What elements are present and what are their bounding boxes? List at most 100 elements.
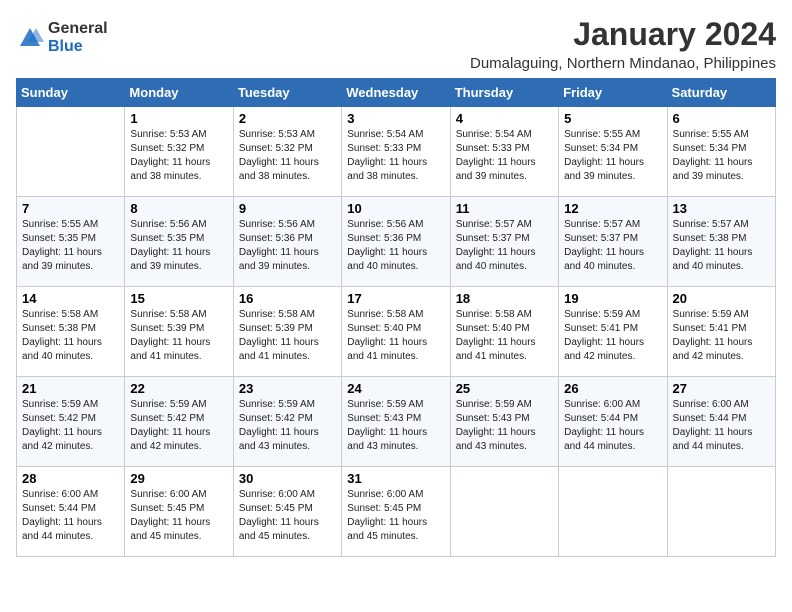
day-info: Sunrise: 5:55 AMSunset: 5:35 PMDaylight:… <box>22 218 119 274</box>
day-number: 12 <box>564 201 661 216</box>
table-row: 30 Sunrise: 6:00 AMSunset: 5:45 PMDayligh… <box>233 467 341 557</box>
day-number: 16 <box>239 291 336 306</box>
day-number: 20 <box>673 291 770 306</box>
day-info: Sunrise: 5:55 AMSunset: 5:34 PMDaylight:… <box>673 128 770 184</box>
table-row: 16 Sunrise: 5:58 AMSunset: 5:39 PMDayligh… <box>233 287 341 377</box>
day-number: 17 <box>347 291 444 306</box>
day-info: Sunrise: 5:58 AMSunset: 5:40 PMDaylight:… <box>456 308 553 364</box>
day-info: Sunrise: 5:53 AMSunset: 5:32 PMDaylight:… <box>130 128 227 184</box>
day-number: 26 <box>564 381 661 396</box>
day-number: 30 <box>239 471 336 486</box>
location-title: Dumalaguing, Northern Mindanao, Philippi… <box>470 55 776 72</box>
weekday-header-row: Sunday Monday Tuesday Wednesday Thursday… <box>17 79 776 107</box>
calendar-week-row: 14Sunrise: 5:58 AMSunset: 5:38 PMDayligh… <box>17 287 776 377</box>
table-row: 8Sunrise: 5:56 AMSunset: 5:35 PMDaylight… <box>125 197 233 287</box>
month-title: January 2024 <box>470 16 776 53</box>
table-row <box>667 467 775 557</box>
day-number: 27 <box>673 381 770 396</box>
table-row: 17 Sunrise: 5:58 AMSunset: 5:40 PMDayligh… <box>342 287 450 377</box>
day-number: 24 <box>347 381 444 396</box>
day-number: 19 <box>564 291 661 306</box>
day-number: 23 <box>239 381 336 396</box>
day-number: 7 <box>22 201 119 216</box>
day-info: Sunrise: 5:59 AMSunset: 5:42 PMDaylight:… <box>22 398 119 454</box>
day-number: 11 <box>456 201 553 216</box>
day-number: 9 <box>239 201 336 216</box>
day-info: Sunrise: 5:59 AMSunset: 5:42 PMDaylight:… <box>239 398 336 454</box>
table-row <box>450 467 558 557</box>
day-number: 10 <box>347 201 444 216</box>
day-info: Sunrise: 6:00 AMSunset: 5:45 PMDaylight:… <box>130 488 227 544</box>
table-row: 23 Sunrise: 5:59 AMSunset: 5:42 PMDayligh… <box>233 377 341 467</box>
day-info: Sunrise: 5:56 AMSunset: 5:36 PMDaylight:… <box>239 218 336 274</box>
table-row: 3Sunrise: 5:54 AMSunset: 5:33 PMDaylight… <box>342 107 450 197</box>
day-number: 31 <box>347 471 444 486</box>
day-info: Sunrise: 5:54 AMSunset: 5:33 PMDaylight:… <box>456 128 553 184</box>
logo: General Blue <box>16 20 108 55</box>
header-friday: Friday <box>559 79 667 107</box>
header-saturday: Saturday <box>667 79 775 107</box>
day-info: Sunrise: 5:59 AMSunset: 5:43 PMDaylight:… <box>347 398 444 454</box>
table-row: 14Sunrise: 5:58 AMSunset: 5:38 PMDayligh… <box>17 287 125 377</box>
day-number: 15 <box>130 291 227 306</box>
table-row: 9 Sunrise: 5:56 AMSunset: 5:36 PMDaylight… <box>233 197 341 287</box>
day-number: 3 <box>347 111 444 126</box>
day-number: 4 <box>456 111 553 126</box>
day-info: Sunrise: 6:00 AMSunset: 5:44 PMDaylight:… <box>22 488 119 544</box>
table-row: 11 Sunrise: 5:57 AMSunset: 5:37 PMDayligh… <box>450 197 558 287</box>
day-info: Sunrise: 5:57 AMSunset: 5:37 PMDaylight:… <box>564 218 661 274</box>
title-block: January 2024 Dumalaguing, Northern Minda… <box>470 16 776 72</box>
header-monday: Monday <box>125 79 233 107</box>
day-number: 6 <box>673 111 770 126</box>
header-wednesday: Wednesday <box>342 79 450 107</box>
day-info: Sunrise: 5:58 AMSunset: 5:40 PMDaylight:… <box>347 308 444 364</box>
table-row: 24 Sunrise: 5:59 AMSunset: 5:43 PMDayligh… <box>342 377 450 467</box>
day-info: Sunrise: 5:58 AMSunset: 5:38 PMDaylight:… <box>22 308 119 364</box>
table-row: 6 Sunrise: 5:55 AMSunset: 5:34 PMDaylight… <box>667 107 775 197</box>
day-number: 1 <box>130 111 227 126</box>
day-info: Sunrise: 5:58 AMSunset: 5:39 PMDaylight:… <box>239 308 336 364</box>
day-info: Sunrise: 6:00 AMSunset: 5:45 PMDaylight:… <box>347 488 444 544</box>
calendar-week-row: 21Sunrise: 5:59 AMSunset: 5:42 PMDayligh… <box>17 377 776 467</box>
day-number: 18 <box>456 291 553 306</box>
table-row: 12 Sunrise: 5:57 AMSunset: 5:37 PMDayligh… <box>559 197 667 287</box>
table-row: 31 Sunrise: 6:00 AMSunset: 5:45 PMDayligh… <box>342 467 450 557</box>
table-row: 29 Sunrise: 6:00 AMSunset: 5:45 PMDayligh… <box>125 467 233 557</box>
logo-blue-text: Blue <box>48 38 108 56</box>
table-row: 21Sunrise: 5:59 AMSunset: 5:42 PMDayligh… <box>17 377 125 467</box>
table-row: 10 Sunrise: 5:56 AMSunset: 5:36 PMDayligh… <box>342 197 450 287</box>
table-row: 5 Sunrise: 5:55 AMSunset: 5:34 PMDaylight… <box>559 107 667 197</box>
day-info: Sunrise: 6:00 AMSunset: 5:44 PMDaylight:… <box>564 398 661 454</box>
day-number: 8 <box>130 201 227 216</box>
day-number: 22 <box>130 381 227 396</box>
day-info: Sunrise: 5:58 AMSunset: 5:39 PMDaylight:… <box>130 308 227 364</box>
day-info: Sunrise: 5:56 AMSunset: 5:36 PMDaylight:… <box>347 218 444 274</box>
calendar-week-row: 7 Sunrise: 5:55 AMSunset: 5:35 PMDaylight… <box>17 197 776 287</box>
day-number: 2 <box>239 111 336 126</box>
calendar-table: Sunday Monday Tuesday Wednesday Thursday… <box>16 78 776 557</box>
day-info: Sunrise: 5:57 AMSunset: 5:37 PMDaylight:… <box>456 218 553 274</box>
day-number: 25 <box>456 381 553 396</box>
day-number: 5 <box>564 111 661 126</box>
table-row <box>17 107 125 197</box>
table-row: 26 Sunrise: 6:00 AMSunset: 5:44 PMDayligh… <box>559 377 667 467</box>
table-row: 15 Sunrise: 5:58 AMSunset: 5:39 PMDayligh… <box>125 287 233 377</box>
day-info: Sunrise: 5:59 AMSunset: 5:42 PMDaylight:… <box>130 398 227 454</box>
day-info: Sunrise: 5:55 AMSunset: 5:34 PMDaylight:… <box>564 128 661 184</box>
table-row: 19Sunrise: 5:59 AMSunset: 5:41 PMDayligh… <box>559 287 667 377</box>
logo-general-text: General <box>48 20 108 38</box>
day-info: Sunrise: 5:53 AMSunset: 5:32 PMDaylight:… <box>239 128 336 184</box>
table-row: 25Sunrise: 5:59 AMSunset: 5:43 PMDayligh… <box>450 377 558 467</box>
day-info: Sunrise: 6:00 AMSunset: 5:45 PMDaylight:… <box>239 488 336 544</box>
table-row: 4 Sunrise: 5:54 AMSunset: 5:33 PMDaylight… <box>450 107 558 197</box>
table-row: 13Sunrise: 5:57 AMSunset: 5:38 PMDayligh… <box>667 197 775 287</box>
page-header: General Blue January 2024 Dumalaguing, N… <box>16 16 776 72</box>
table-row: 7 Sunrise: 5:55 AMSunset: 5:35 PMDaylight… <box>17 197 125 287</box>
table-row: 20 Sunrise: 5:59 AMSunset: 5:41 PMDayligh… <box>667 287 775 377</box>
day-info: Sunrise: 5:59 AMSunset: 5:41 PMDaylight:… <box>673 308 770 364</box>
table-row <box>559 467 667 557</box>
table-row: 28 Sunrise: 6:00 AMSunset: 5:44 PMDayligh… <box>17 467 125 557</box>
header-tuesday: Tuesday <box>233 79 341 107</box>
day-number: 29 <box>130 471 227 486</box>
day-number: 28 <box>22 471 119 486</box>
